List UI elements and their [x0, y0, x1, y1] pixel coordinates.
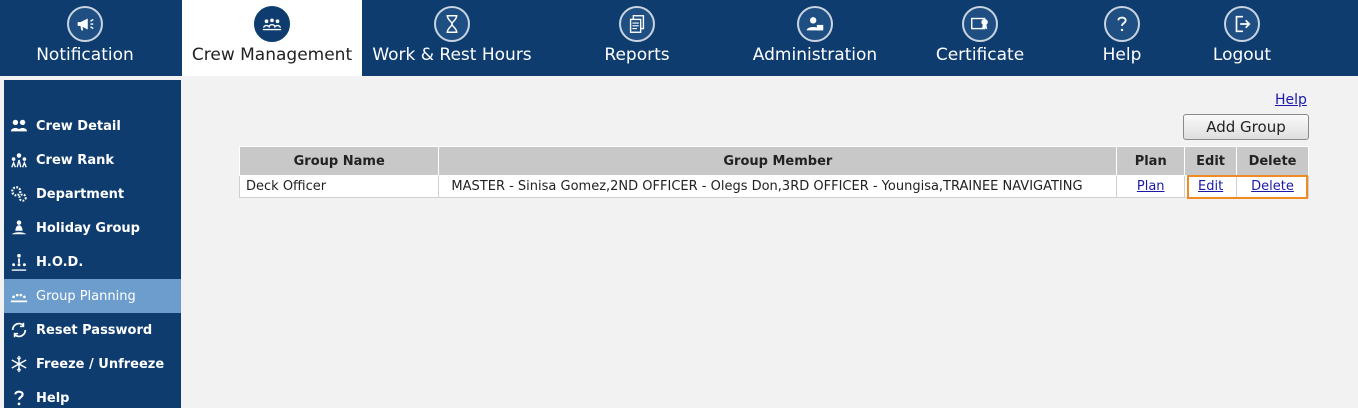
documents-icon — [619, 6, 655, 42]
sidebar: Crew Detail Crew Rank Department Holiday… — [4, 80, 181, 408]
sidebar-item-department[interactable]: Department — [4, 177, 181, 211]
admin-user-icon — [797, 6, 833, 42]
table-row: Deck Officer MASTER - Sinisa Gomez,2ND O… — [238, 175, 1309, 198]
header-plan: Plan — [1116, 146, 1186, 176]
password-reset-icon — [8, 320, 30, 340]
rank-icon — [8, 150, 30, 170]
nav-work-rest-hours[interactable]: Work & Rest Hours — [362, 0, 542, 76]
sidebar-item-crew-rank[interactable]: Crew Rank — [4, 143, 181, 177]
delete-link[interactable]: Delete — [1251, 179, 1294, 194]
header-delete: Delete — [1236, 146, 1309, 176]
nav-label: Work & Rest Hours — [372, 45, 532, 65]
sidebar-item-label: Crew Detail — [36, 118, 121, 134]
sidebar-item-crew-detail[interactable]: Crew Detail — [4, 109, 181, 143]
group-planning-icon — [8, 286, 30, 306]
sidebar-item-label: Crew Rank — [36, 152, 114, 168]
sidebar-item-label: Holiday Group — [36, 220, 140, 236]
add-group-button[interactable]: Add Group — [1183, 114, 1309, 140]
top-navigation: Notification Crew Management Work & Rest… — [0, 0, 1358, 76]
nav-help[interactable]: Help — [1062, 0, 1182, 76]
sidebar-item-group-planning[interactable]: Group Planning — [4, 279, 181, 313]
help-link[interactable]: Help — [1275, 92, 1307, 108]
nav-label: Reports — [604, 45, 670, 65]
cell-group-member: MASTER - Sinisa Gomez,2ND OFFICER - Oleg… — [438, 175, 1118, 198]
sidebar-item-label: Help — [36, 390, 70, 406]
cell-edit: Edit — [1184, 175, 1238, 198]
sidebar-item-help[interactable]: Help — [4, 381, 181, 408]
sidebar-item-label: Department — [36, 186, 125, 202]
sidebar-item-label: Reset Password — [36, 322, 153, 338]
nav-crew-management[interactable]: Crew Management — [182, 0, 362, 76]
certificate-icon — [962, 6, 998, 42]
hourglass-icon — [434, 6, 470, 42]
crew-group-icon — [254, 6, 290, 42]
logout-icon — [1224, 6, 1260, 42]
sidebar-item-label: Freeze / Unfreeze — [36, 356, 165, 372]
edit-link[interactable]: Edit — [1198, 179, 1223, 194]
hierarchy-icon — [8, 252, 30, 272]
sidebar-item-label: Group Planning — [36, 288, 136, 304]
group-table: Group Name Group Member Plan Edit Delete… — [238, 146, 1309, 198]
question-icon — [1104, 6, 1140, 42]
sidebar-item-holiday-group[interactable]: Holiday Group — [4, 211, 181, 245]
nav-label: Logout — [1212, 45, 1272, 65]
nav-logout[interactable]: Logout — [1182, 0, 1302, 76]
nav-label: Crew Management — [191, 45, 353, 65]
question-icon — [8, 388, 30, 408]
megaphone-icon — [67, 6, 103, 42]
meditation-icon — [8, 218, 30, 238]
sidebar-item-label: H.O.D. — [36, 254, 84, 270]
cell-delete: Delete — [1236, 175, 1309, 198]
header-group-name: Group Name — [238, 146, 440, 176]
cell-group-name: Deck Officer — [238, 175, 440, 198]
header-edit: Edit — [1184, 146, 1238, 176]
snowflake-icon — [8, 354, 30, 374]
gears-icon — [8, 184, 30, 204]
sidebar-item-reset-password[interactable]: Reset Password — [4, 313, 181, 347]
sidebar-item-hod[interactable]: H.O.D. — [4, 245, 181, 279]
nav-reports[interactable]: Reports — [557, 0, 717, 76]
cell-plan: Plan — [1116, 175, 1186, 198]
people-icon — [8, 116, 30, 136]
nav-label: Certificate — [935, 45, 1025, 65]
nav-administration[interactable]: Administration — [725, 0, 905, 76]
nav-label: Administration — [752, 45, 878, 65]
nav-certificate[interactable]: Certificate — [905, 0, 1055, 76]
header-group-member: Group Member — [438, 146, 1118, 176]
table-header-row: Group Name Group Member Plan Edit Delete — [238, 146, 1309, 176]
plan-link[interactable]: Plan — [1137, 179, 1165, 194]
nav-label: Help — [1102, 45, 1142, 65]
sidebar-item-freeze-unfreeze[interactable]: Freeze / Unfreeze — [4, 347, 181, 381]
nav-notification[interactable]: Notification — [0, 0, 170, 76]
nav-label: Notification — [36, 45, 134, 65]
